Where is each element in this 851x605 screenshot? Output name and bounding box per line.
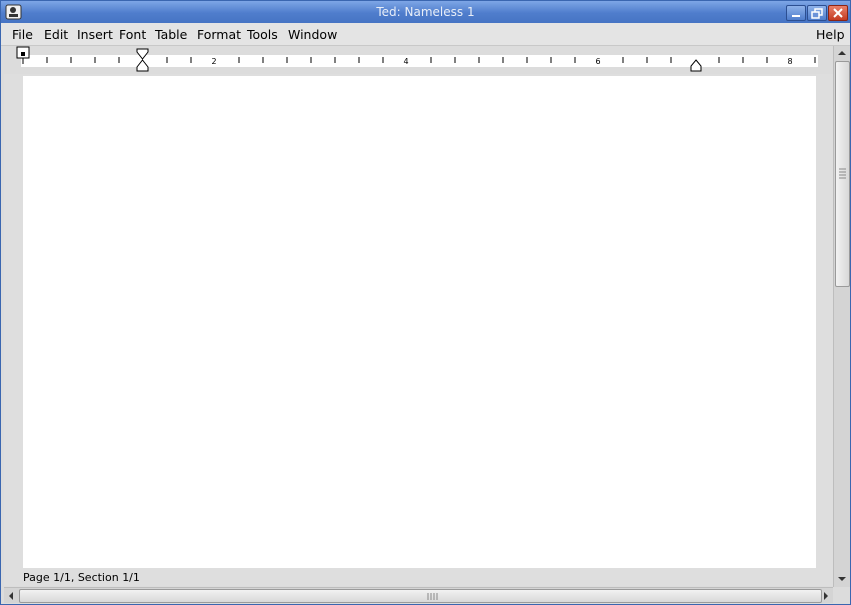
scroll-down-arrow-icon[interactable] [837,575,847,583]
horizontal-scroll-thumb[interactable] [19,589,822,603]
title-bar[interactable]: Ted: Nameless 1 [1,1,850,23]
window-title: Ted: Nameless 1 [376,5,475,19]
menu-help[interactable]: Help [816,27,845,42]
scroll-up-arrow-icon[interactable] [837,49,847,57]
minimize-button[interactable] [786,5,806,21]
vertical-scrollbar[interactable] [833,46,850,587]
ruler-label-6: 6 [595,57,600,66]
minimize-icon [792,15,800,17]
ruler-label-4: 4 [403,57,408,66]
grip-icon [839,168,846,179]
maximize-icon [811,8,823,19]
menu-window[interactable]: Window [288,27,337,42]
menu-font[interactable]: Font [119,27,146,42]
ruler-label-2: 2 [211,57,216,66]
document-page[interactable] [23,76,816,568]
menu-insert[interactable]: Insert [77,27,113,42]
app-window: Ted: Nameless 1 File Edit Insert Font Ta… [0,0,851,605]
maximize-button[interactable] [807,5,827,21]
menu-table[interactable]: Table [155,27,187,42]
menu-edit[interactable]: Edit [44,27,68,42]
ruler-label-8: 8 [787,57,792,66]
scroll-left-arrow-icon[interactable] [7,591,15,601]
menu-tools[interactable]: Tools [247,27,278,42]
vertical-scroll-thumb[interactable] [835,61,850,287]
menu-file[interactable]: File [12,27,33,42]
close-button[interactable] [828,5,848,21]
status-text: Page 1/1, Section 1/1 [23,571,140,584]
grip-icon [427,593,438,600]
scroll-right-arrow-icon[interactable] [822,591,830,601]
menu-bar: File Edit Insert Font Table Format Tools… [1,23,850,46]
ruler[interactable]: 2 4 6 8 [1,46,850,74]
close-icon [833,8,843,18]
horizontal-scrollbar[interactable] [4,587,833,603]
menu-format[interactable]: Format [197,27,241,42]
